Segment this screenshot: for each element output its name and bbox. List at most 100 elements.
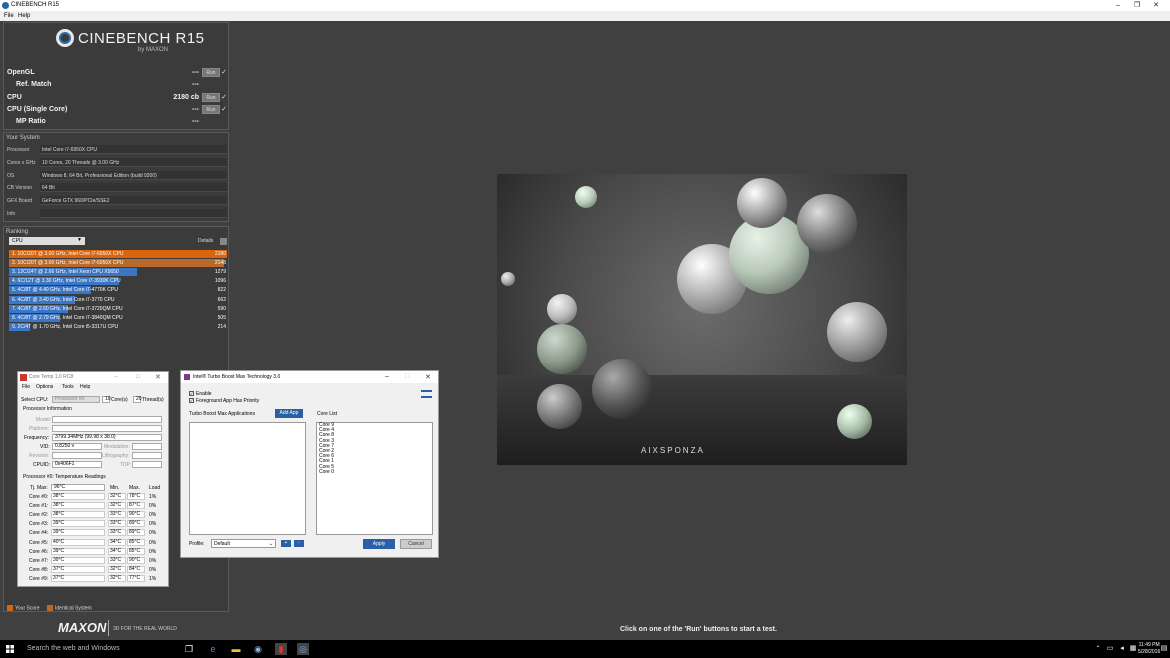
core-list[interactable]: Core 9 Core 4 Core 8 Core 3 Core 7 Core 2 Core… [316,422,433,535]
foreground-checkbox[interactable]: ✓ Foreground App Has Priority [189,398,259,404]
system-key: Processor [7,147,30,153]
select-cpu-dropdown[interactable]: Processor #0 [52,396,100,403]
render-sphere [737,178,787,228]
ranking-row[interactable]: 7. 4C/8T @ 2.60 GHz, Intel Core i7-3720Q… [9,304,227,313]
ranking-score: 822 [217,287,226,294]
tray-chevron-icon[interactable]: ⌃ [1092,643,1104,655]
system-value: GeForce GTX 960/PCIe/SSE2 [40,196,227,206]
ranking-row[interactable]: 4. 6C/12T @ 3.30 GHz, Intel Core i7-3930… [9,277,227,286]
coretemp-menu-options[interactable]: Options [36,384,53,390]
result-value: --- [192,69,199,76]
ranking-row[interactable]: 5. 4C/8T @ 4.40 GHz, Intel Core i7-4770K… [9,286,227,295]
turbo-maximize-button[interactable]: □ [405,373,409,380]
turbo-boost-window: Intel® Turbo Boost Max Technology 3.0 – … [180,370,439,558]
file-explorer-icon[interactable]: ▬ [230,643,242,655]
core-temp: 38°C [51,493,105,500]
profile-dropdown[interactable]: Default ⌄ [211,539,276,548]
render-sphere [837,404,872,439]
core-name: Core #6: [29,548,49,555]
col-load: Load [149,485,161,491]
render-watermark: AIXSPONZA [641,446,705,455]
core-name: Core #7: [29,557,49,564]
close-button[interactable]: ✕ [1150,1,1162,10]
network-icon[interactable]: ▭ [1104,643,1116,655]
core-max: 85°C [127,538,145,546]
ranking-row[interactable]: 9. 2C/4T @ 1.70 GHz, Intel Core i5-3317U… [9,322,227,331]
ranking-row[interactable]: 2. 10C/20T @ 3.00 GHz, Intel Core i7-695… [9,259,227,268]
notifications-icon[interactable]: ▤ [1158,643,1170,655]
taskbar-clock[interactable]: 11:49 PM 5/28/2016 [1138,642,1160,656]
ranking-score: 1279 [214,269,226,276]
turbo-close-button[interactable]: ✕ [425,373,431,381]
check-icon[interactable]: ✓ [221,93,227,101]
logo-title: CINEBENCH R15 [78,30,205,47]
core-temp: 38°C [51,502,105,510]
table-row: Core #9: 37°C 32°C 77°C 1% [23,574,163,583]
core-temp: 39°C [51,556,105,564]
ranking-dropdown[interactable]: CPU ▼ [9,237,85,245]
cancel-button[interactable]: Cancel [400,539,432,549]
result-label: CPU [7,93,22,101]
run-button[interactable]: Run [202,104,220,114]
table-row: Core #0: 38°C 32°C 78°C 1% [23,493,163,501]
result-label: OpenGL [7,69,35,76]
core-temp: 37°C [51,565,105,573]
menu-hamburger-icon[interactable] [421,390,432,398]
coretemp-menu-file[interactable]: File [22,384,30,390]
ranking-name: 6. 4C/8T @ 3.40 GHz, Intel Core i7-3770 … [12,296,115,303]
coretemp-menu-help[interactable]: Help [80,384,90,390]
menu-file[interactable]: File [4,13,14,19]
details-toggle-button[interactable] [220,238,227,245]
ranking-row[interactable]: 6. 4C/8T @ 3.40 GHz, Intel Core i7-3770 … [9,295,227,304]
apply-button[interactable]: Apply [363,539,395,549]
task-view-icon[interactable]: ❐ [183,643,195,655]
render-sphere [537,324,587,374]
coretemp-menu-tools[interactable]: Tools [62,384,74,390]
ranking-name: 1. 10C/20T @ 3.00 GHz, Intel Core i7-695… [12,251,124,257]
results-panel: CINEBENCH R15 by MAXON OpenGL --- Run ✓ Ref.… [3,22,229,130]
run-button[interactable]: Run [202,92,220,102]
maximize-button[interactable]: ❐ [1131,1,1143,10]
run-button[interactable]: Run [202,68,220,77]
ranking-row[interactable]: 3. 12C/24T @ 2.66 GHz, Intel Xeon CPU X5… [9,268,227,277]
coretemp-close-button[interactable]: ✕ [155,373,161,381]
ranking-score: 590 [217,305,226,312]
core-min: 33°C [108,511,126,519]
coretemp-window: Core Temp 1.0 RC8 – □ ✕ File Options Too… [17,371,169,587]
ranking-row[interactable]: 1. 10C/20T @ 3.00 GHz, Intel Core i7-695… [9,250,227,258]
menu-help[interactable]: Help [18,13,30,19]
result-value: --- [192,81,199,89]
check-icon[interactable]: ✓ [221,68,227,76]
coretemp-menubar: File Options Tools Help [18,383,168,391]
maxon-tagline: 3D FOR THE REAL WORLD [113,626,177,632]
check-icon: ✓ [189,391,194,397]
check-icon[interactable]: ✓ [221,105,227,113]
edge-browser-icon[interactable]: e [207,643,219,655]
list-item[interactable]: Core 0 [317,469,432,475]
enable-checkbox[interactable]: ✓ Enable [189,391,212,397]
profile-value: Default [214,541,230,547]
steam-icon[interactable]: ◉ [252,643,264,655]
table-row: Core #8: 37°C 32°C 84°C 0% [23,565,163,574]
render-sphere [537,384,582,429]
minimize-button[interactable]: – [1112,1,1124,10]
ranking-score: 662 [217,296,226,303]
coretemp-minimize-button[interactable]: – [114,374,117,380]
coretemp-taskbar-icon[interactable]: ▮ [275,643,287,655]
system-row: Info [7,209,227,219]
details-label[interactable]: Details [198,238,213,244]
core-load: 0% [149,530,157,537]
taskbar-search[interactable]: Search the web and Windows [27,645,120,652]
coretemp-maximize-button[interactable]: □ [136,374,140,380]
add-app-button[interactable]: Add App [275,409,303,418]
legend-your-score: Your Score [7,605,40,611]
apps-list[interactable] [189,422,306,535]
remove-profile-button[interactable]: - [294,540,304,547]
add-profile-button[interactable]: + [281,540,291,547]
ranking-row[interactable]: 8. 4C/8T @ 2.79 GHz, Intel Core i7-3840Q… [9,313,227,322]
table-row: Core #4: 39°C 33°C 89°C 0% [23,529,163,537]
system-key: GFX Board [7,198,33,205]
windows-start-icon[interactable] [6,645,14,653]
cinebench-taskbar-icon[interactable]: ◎ [297,643,309,655]
turbo-minimize-button[interactable]: – [385,373,389,380]
